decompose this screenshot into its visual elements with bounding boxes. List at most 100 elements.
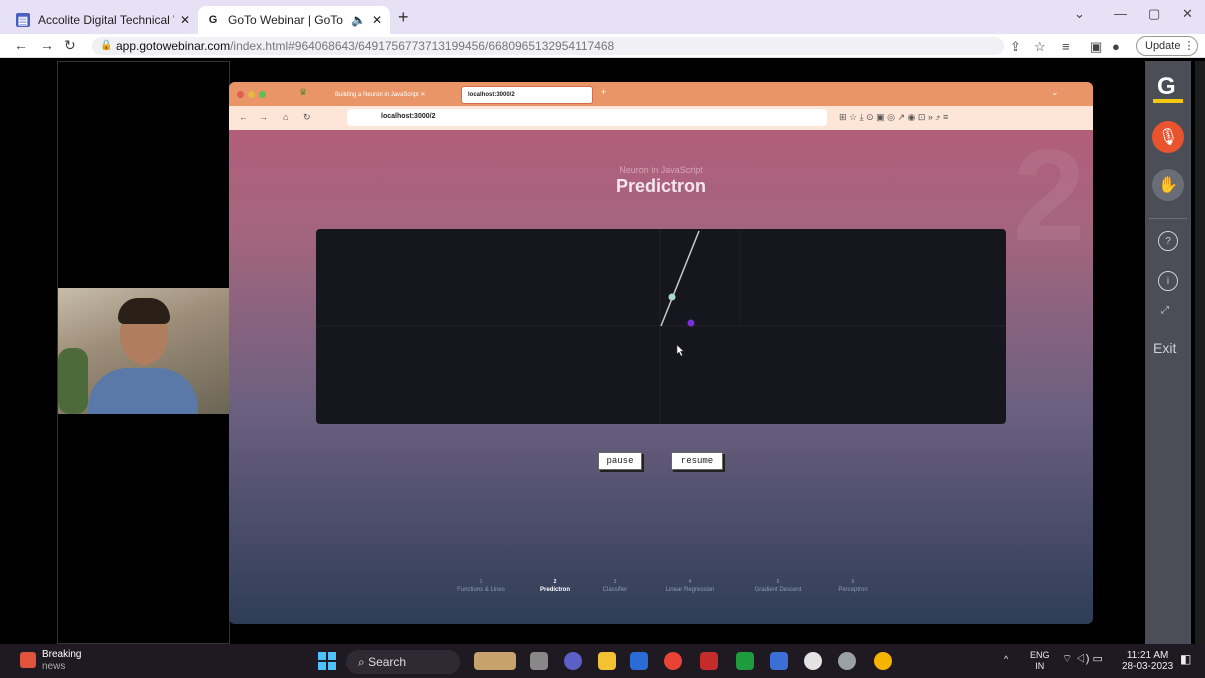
- windows-taskbar: Breaking news ⌕ Search ^ ENG IN ⌔ ◁) ▭ 11…: [0, 644, 1205, 678]
- slide-subtitle: Neuron in JavaScript: [619, 165, 703, 175]
- slack-icon[interactable]: [804, 652, 822, 670]
- address-bar: ← → ↻ 🔒 app.gotowebinar.com/index.html#9…: [0, 34, 1205, 58]
- speaker-icon[interactable]: 🔈: [351, 13, 366, 27]
- settings-icon[interactable]: [838, 652, 856, 670]
- chevron-down-icon: ⌄: [1051, 87, 1059, 97]
- shared-tab-1: Building a Neuron in JavaScript ✕: [335, 92, 426, 98]
- target-point: [687, 319, 695, 327]
- clock[interactable]: 11:21 AM 28-03-2023: [1122, 650, 1173, 672]
- nav-item-4[interactable]: 4 Linear Regression: [657, 579, 723, 593]
- resume-button[interactable]: resume: [671, 452, 723, 470]
- url-field[interactable]: 🔒 app.gotowebinar.com/index.html#9640686…: [92, 37, 1004, 55]
- task-view-icon[interactable]: [530, 652, 548, 670]
- scrollbar[interactable]: [1195, 61, 1205, 644]
- sidebar-divider: [1149, 218, 1187, 219]
- update-button[interactable]: Update ⋮: [1136, 36, 1198, 56]
- canvas-plot: [316, 229, 1006, 424]
- minimize-button[interactable]: —: [1114, 6, 1127, 21]
- sidepanel-icon[interactable]: ▣: [1090, 39, 1102, 55]
- close-icon[interactable]: ✕: [180, 13, 190, 27]
- presenter-body: [88, 368, 198, 414]
- news-widget[interactable]: Breaking news: [42, 649, 81, 673]
- calendar-icon: ▤: [16, 13, 30, 27]
- tab-gotowebinar[interactable]: G GoTo Webinar | GoTo Webina 🔈 ✕: [198, 6, 390, 34]
- pause-button[interactable]: pause: [598, 452, 642, 470]
- back-arrow-icon: ←: [239, 112, 248, 122]
- presenter-hair: [118, 298, 170, 324]
- xbox-icon[interactable]: [736, 652, 754, 670]
- forward-arrow-icon[interactable]: →: [40, 37, 54, 53]
- neuron-canvas[interactable]: [316, 229, 1006, 424]
- minimize-dot: [248, 91, 255, 98]
- nav-item-1[interactable]: 1 Functions & Lines: [451, 579, 511, 593]
- widget-icon[interactable]: [474, 652, 516, 670]
- tab-accolite[interactable]: ▤ Accolite Digital Technical Webina ✕: [8, 6, 198, 34]
- nav-item-3[interactable]: 3 Classifier: [593, 579, 637, 593]
- notification-icon[interactable]: ◧: [1180, 653, 1191, 665]
- microphone-icon[interactable]: 🎙: [1152, 121, 1184, 153]
- goto-logo: G: [1157, 73, 1176, 100]
- file-explorer-icon[interactable]: [598, 652, 616, 670]
- nav-item-6[interactable]: 6 Perceptron: [829, 579, 877, 593]
- browser-tab-bar: ▤ Accolite Digital Technical Webina ✕ G …: [0, 0, 1205, 34]
- forward-arrow-icon: →: [259, 112, 268, 122]
- close-window-button[interactable]: ✕: [1182, 6, 1193, 22]
- url-path: /index.html#964068643/649175677371319945…: [230, 39, 615, 53]
- close-dot: [237, 91, 244, 98]
- cursor-icon: [676, 344, 685, 357]
- grid-icon: ⊞ ☆ ⤓ ⊙ ▣ ◎ ↗ ◉ ⊡ » ⤴ ≡: [839, 112, 949, 122]
- nav-item-2[interactable]: 2 Predictron: [533, 579, 577, 593]
- app-red-icon[interactable]: [700, 652, 718, 670]
- close-icon[interactable]: ✕: [372, 13, 382, 27]
- help-icon[interactable]: ?: [1158, 231, 1178, 251]
- slide-nav: 1 Functions & Lines 2 Predictron 3 Classifi…: [229, 579, 1093, 599]
- profile-avatar[interactable]: ●: [1112, 39, 1120, 54]
- prediction-line: [660, 230, 700, 327]
- plus-icon: +: [601, 87, 607, 97]
- maximize-button[interactable]: ▢: [1148, 6, 1160, 22]
- chrome-icon[interactable]: [664, 652, 682, 670]
- webcam-video: [58, 288, 229, 414]
- chevron-down-icon[interactable]: ⌄: [1074, 6, 1085, 22]
- teams-icon[interactable]: [564, 652, 582, 670]
- share-icon[interactable]: ⇪: [1010, 39, 1021, 55]
- shared-url: localhost:3000/2: [347, 109, 827, 126]
- notepad-icon[interactable]: [770, 652, 788, 670]
- reload-icon[interactable]: ↻: [64, 37, 76, 54]
- bookmark-icon: ⌂: [283, 112, 289, 122]
- media-icon[interactable]: ≡: [1062, 39, 1070, 54]
- goto-logo-icon: G: [208, 14, 218, 26]
- nav-item-5[interactable]: 5 Gradient Descent: [745, 579, 811, 593]
- chevron-up-icon[interactable]: ^: [1004, 654, 1008, 665]
- reload-icon: ↻: [303, 112, 311, 122]
- info-icon[interactable]: i: [1158, 271, 1178, 291]
- shared-browser-tab-bar: ♛ Building a Neuron in JavaScript ✕ loca…: [229, 82, 1093, 106]
- news-icon[interactable]: [20, 652, 36, 668]
- wifi-icon[interactable]: ⌔ ◁) ▭: [1062, 654, 1103, 665]
- back-arrow-icon[interactable]: ←: [14, 37, 28, 53]
- store-icon[interactable]: [630, 652, 648, 670]
- webinar-viewer: ♛ Building a Neuron in JavaScript ✕ loca…: [0, 58, 1205, 644]
- language-indicator[interactable]: ENG IN: [1030, 650, 1050, 672]
- logo-underline: [1153, 99, 1183, 103]
- tab-title: Accolite Digital Technical Webina: [38, 13, 174, 27]
- chrome-active-icon[interactable]: [874, 652, 892, 670]
- tab-title: GoTo Webinar | GoTo Webina: [228, 13, 345, 27]
- fullscreen-icon[interactable]: ⤢: [1161, 305, 1169, 316]
- slide-title: Predictron: [615, 176, 707, 196]
- shared-screen: ♛ Building a Neuron in JavaScript ✕ loca…: [229, 82, 1093, 624]
- line-point: [668, 293, 676, 301]
- extension-icon: ♛: [299, 87, 308, 97]
- raise-hand-icon[interactable]: ✋: [1152, 169, 1184, 201]
- new-tab-button[interactable]: +: [398, 7, 409, 28]
- exit-button[interactable]: Exit: [1153, 340, 1176, 356]
- plant: [58, 348, 88, 414]
- taskbar-search[interactable]: ⌕ Search: [346, 650, 460, 674]
- url-host: app.gotowebinar.com: [116, 39, 231, 53]
- shared-tab-2: localhost:3000/2: [461, 86, 593, 104]
- maximize-dot: [259, 91, 266, 98]
- star-icon[interactable]: ☆: [1034, 39, 1046, 55]
- shared-browser-navbar: ← → ⌂ ↻ localhost:3000/2 ⊞ ☆ ⤓ ⊙ ▣ ◎ ↗ ◉…: [229, 106, 1093, 130]
- gotowebinar-sidebar: G 🎙 ✋ ? i ⤢ Exit: [1145, 61, 1191, 644]
- windows-start-icon[interactable]: [318, 652, 336, 670]
